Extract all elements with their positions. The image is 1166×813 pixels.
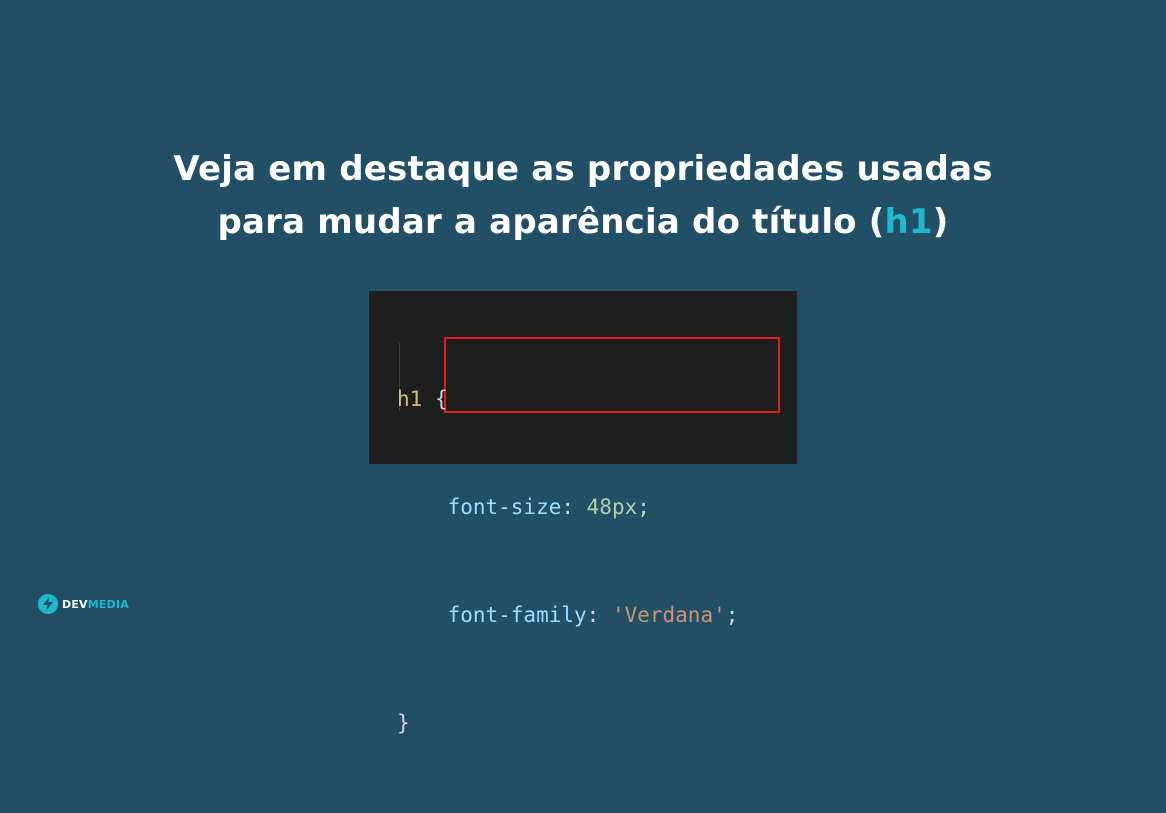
heading-h1-accent: h1 xyxy=(884,202,933,242)
heading-line-2: para mudar a aparência do título (h1) xyxy=(0,196,1166,249)
slide-heading: Veja em destaque as propriedades usadas … xyxy=(0,143,1166,249)
heading-line-1: Veja em destaque as propriedades usadas xyxy=(173,149,993,189)
css-property: font-family xyxy=(447,603,587,627)
code-line-selector: h1 { xyxy=(397,381,738,417)
css-colon: : xyxy=(586,603,612,627)
code-line-declaration: font-family: 'Verdana'; xyxy=(397,597,739,633)
code-snippet: h1 { font-size: 48px; font-family: 'Verd… xyxy=(369,291,797,735)
code-lines: h1 { font-size: 48px; font-family: 'Verd… xyxy=(397,309,738,813)
css-selector: h1 xyxy=(397,387,423,411)
logo-text-dev: DEV xyxy=(62,597,88,611)
logo-wordmark: DEVMEDIA xyxy=(62,598,129,611)
css-semicolon: ; xyxy=(725,603,739,627)
css-semicolon: ; xyxy=(637,495,650,519)
devmedia-logo: DEVMEDIA xyxy=(38,593,129,615)
code-line-declaration: font-size: 48px; xyxy=(397,489,738,525)
css-colon: : xyxy=(561,495,587,519)
bolt-icon xyxy=(38,594,58,614)
css-property: font-size xyxy=(447,495,562,519)
logo-text-media: MEDIA xyxy=(87,597,129,611)
heading-line-2-prefix: para mudar a aparência do título ( xyxy=(217,202,885,242)
css-value: 'Verdana' xyxy=(611,603,726,627)
close-brace: } xyxy=(397,711,410,735)
heading-line-2-suffix: ) xyxy=(932,202,949,242)
code-line-close: } xyxy=(397,705,738,741)
open-brace: { xyxy=(422,387,448,411)
css-value: 48px xyxy=(586,495,638,519)
